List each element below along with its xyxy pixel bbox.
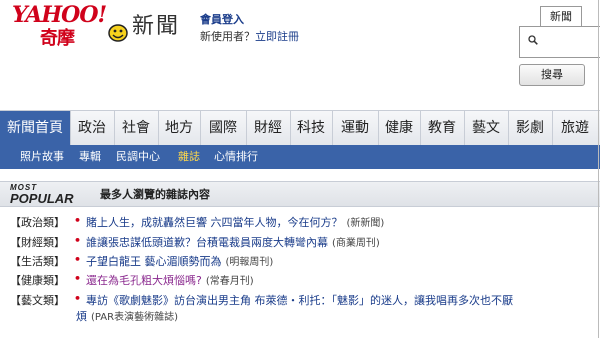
logo-kimo-text: 奇摩: [40, 28, 75, 49]
new-user-text: 新使用者？立即註冊: [200, 28, 299, 44]
article-title-line2[interactable]: 煩: [76, 310, 87, 323]
article-title[interactable]: 賭上人生，成就轟然巨響 六四當年人物，今在何方？: [86, 216, 343, 229]
nav-item-international[interactable]: 國際: [200, 111, 247, 145]
nav-item-health[interactable]: 健康: [378, 111, 421, 145]
subnav-item-polls[interactable]: 民調中心: [116, 145, 160, 169]
register-link[interactable]: 立即註冊: [255, 30, 299, 43]
page: YAHOO! 奇摩 新聞 會員登入 新使用者？立即註冊 新聞 搜尋 新聞首頁 政…: [0, 0, 600, 338]
bullet-icon: •: [74, 272, 82, 285]
nav-item-finance[interactable]: 財經: [246, 111, 291, 145]
bullet-icon: •: [74, 253, 82, 266]
article-source: (明報周刊): [225, 257, 274, 268]
smile-icon: [108, 24, 128, 42]
nav-item-home[interactable]: 新聞首頁: [0, 111, 71, 145]
article-link[interactable]: 專訪《歌劇魅影》訪台演出男主角 布萊德・利托：「魅影」的迷人，讓我唱再多次也不厭: [86, 292, 513, 308]
bullet-icon: •: [74, 234, 82, 247]
article-link[interactable]: 誰讓張忠謀低頭道歉？台積電裁員兩度大轉彎內幕 (商業周刊): [86, 234, 380, 250]
search-icon: [528, 35, 538, 45]
page-border: [598, 0, 599, 338]
new-user-label: 新使用者？: [200, 30, 255, 43]
nav-item-local[interactable]: 地方: [158, 111, 201, 145]
article-source: (PAR表演藝術雜誌): [91, 312, 178, 323]
nav-item-sports[interactable]: 運動: [332, 111, 379, 145]
article-category: 【生活類】: [10, 255, 65, 268]
article-link[interactable]: 賭上人生，成就轟然巨響 六四當年人物，今在何方？ (新新聞): [86, 214, 384, 230]
search-input[interactable]: [519, 26, 600, 58]
main-nav: 新聞首頁 政治 社會 地方 國際 財經 科技 運動 健康 教育 藝文 影劇 旅遊: [0, 110, 600, 145]
nav-item-travel[interactable]: 旅遊: [552, 111, 598, 145]
member-login-link[interactable]: 會員登入: [200, 11, 244, 27]
bullet-icon: •: [74, 292, 82, 305]
nav-item-entertainment[interactable]: 影劇: [508, 111, 553, 145]
subnav-item-mood-ranking[interactable]: 心情排行: [214, 145, 258, 169]
article-category: 【健康類】: [10, 274, 65, 287]
search-tab-news[interactable]: 新聞: [540, 6, 582, 27]
sub-nav: 照片故事 專輯 民調中心 雜誌 心情排行: [0, 145, 600, 169]
page-title: 新聞: [132, 14, 181, 39]
article-source: (常春月刊): [205, 276, 254, 287]
nav-item-politics[interactable]: 政治: [70, 111, 115, 145]
most-popular-badge-bottom: POPULAR: [10, 191, 74, 206]
article-link[interactable]: 還在為毛孔粗大煩惱嗎? (常春月刊): [86, 272, 254, 288]
most-popular-header: MOST POPULAR 最多人瀏覽的雜誌內容: [0, 181, 600, 207]
nav-item-arts[interactable]: 藝文: [464, 111, 509, 145]
most-popular-title: 最多人瀏覽的雜誌內容: [100, 188, 210, 201]
article-source: (商業周刊): [332, 238, 380, 249]
article-title[interactable]: 誰讓張忠謀低頭道歉？台積電裁員兩度大轉彎內幕: [86, 236, 328, 249]
article-category: 【財經類】: [10, 236, 65, 249]
article-title[interactable]: 專訪《歌劇魅影》訪台演出男主角 布萊德・利托：「魅影」的迷人，讓我唱再多次也不厭: [86, 294, 513, 307]
subnav-item-photo-stories[interactable]: 照片故事: [20, 145, 64, 169]
article-category: 【藝文類】: [10, 294, 65, 307]
nav-item-education[interactable]: 教育: [420, 111, 465, 145]
article-title[interactable]: 還在為毛孔粗大煩惱嗎?: [86, 274, 202, 287]
yahoo-kimo-logo[interactable]: YAHOO! 奇摩: [10, 2, 128, 49]
bullet-icon: •: [74, 214, 82, 227]
nav-item-tech[interactable]: 科技: [290, 111, 333, 145]
article-link-continued[interactable]: 煩 (PAR表演藝術雜誌): [76, 308, 178, 324]
nav-item-society[interactable]: 社會: [114, 111, 159, 145]
article-link[interactable]: 子望白龍王 藝心湄順勢而為 (明報周刊): [86, 253, 273, 269]
search-button[interactable]: 搜尋: [519, 64, 585, 86]
article-source: (新新聞): [346, 218, 385, 229]
subnav-item-magazine[interactable]: 雜誌: [178, 145, 200, 169]
subnav-item-albums[interactable]: 專輯: [79, 145, 101, 169]
article-title[interactable]: 子望白龍王 藝心湄順勢而為: [86, 255, 222, 268]
article-category: 【政治類】: [10, 216, 65, 229]
